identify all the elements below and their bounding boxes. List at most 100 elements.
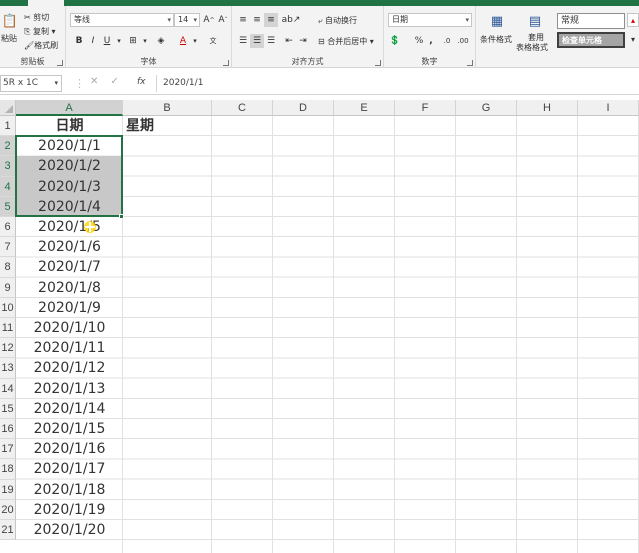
align-left-icon[interactable]: ☰: [236, 34, 250, 48]
font-launcher-icon[interactable]: [223, 60, 229, 66]
row-header-6[interactable]: 6: [0, 217, 16, 238]
cell-a7[interactable]: 2020/1/6: [16, 237, 123, 257]
column-header-h[interactable]: H: [517, 100, 578, 116]
align-top-icon[interactable]: ≡: [236, 13, 250, 27]
row-header-8[interactable]: 8: [0, 257, 16, 278]
cell-a19[interactable]: 2020/1/18: [16, 480, 123, 500]
cell-a6[interactable]: 2020/1/5: [16, 217, 123, 237]
decrease-decimal-icon[interactable]: .00: [456, 34, 470, 48]
column-header-b[interactable]: B: [123, 100, 212, 116]
cell-a18[interactable]: 2020/1/17: [16, 459, 123, 479]
currency-icon[interactable]: 💲: [388, 34, 402, 48]
cell-a8[interactable]: 2020/1/7: [16, 257, 123, 277]
bold-button[interactable]: B: [72, 34, 86, 48]
align-middle-icon[interactable]: ≡: [250, 13, 264, 27]
column-header-f[interactable]: F: [395, 100, 456, 116]
conditional-format-button[interactable]: 条件格式: [480, 34, 512, 45]
cell-a16[interactable]: 2020/1/15: [16, 419, 123, 439]
alignment-launcher-icon[interactable]: [375, 60, 381, 66]
table-format-line2[interactable]: 表格格式: [516, 42, 548, 53]
wrap-text-button[interactable]: ⤶ 自动换行: [318, 15, 357, 26]
style-scroll-down-icon[interactable]: ▾: [627, 32, 639, 46]
fill-color-icon[interactable]: ◈: [154, 34, 168, 48]
row-header-17[interactable]: 17: [0, 439, 16, 460]
increase-decimal-icon[interactable]: .0: [440, 34, 454, 48]
cell-a11[interactable]: 2020/1/10: [16, 318, 123, 338]
orientation-icon[interactable]: ab↗: [282, 13, 301, 27]
row-header-12[interactable]: 12: [0, 338, 16, 359]
cell-area[interactable]: 日期 星期 2020/1/1 2020/1/2 2020/1/3 2020/1/4 2020…: [15, 116, 639, 553]
paste-icon[interactable]: 📋: [2, 12, 18, 30]
conditional-format-icon[interactable]: ▦: [488, 11, 506, 31]
column-header-e[interactable]: E: [334, 100, 395, 116]
cell-a2[interactable]: 2020/1/1: [16, 136, 123, 156]
cell-a1[interactable]: 日期: [16, 116, 123, 136]
cell-a13[interactable]: 2020/1/12: [16, 358, 123, 378]
normal-style-button[interactable]: 常规: [557, 13, 625, 29]
name-box[interactable]: 5R x 1C ▾: [0, 75, 62, 92]
phonetic-icon[interactable]: 文: [206, 34, 220, 48]
column-header-i[interactable]: I: [578, 100, 639, 116]
row-header-2[interactable]: 2: [0, 136, 16, 157]
align-bottom-icon[interactable]: ≡: [264, 13, 278, 27]
decrease-indent-icon[interactable]: ⇤: [282, 34, 296, 48]
row-header-7[interactable]: 7: [0, 237, 16, 258]
column-header-g[interactable]: G: [456, 100, 517, 116]
cell-a10[interactable]: 2020/1/9: [16, 298, 123, 318]
fill-handle[interactable]: [119, 214, 124, 219]
cell-a21[interactable]: 2020/1/20: [16, 520, 123, 540]
row-header-16[interactable]: 16: [0, 419, 16, 440]
formula-input[interactable]: 2020/1/1: [156, 75, 639, 92]
increase-indent-icon[interactable]: ⇥: [296, 34, 310, 48]
row-header-19[interactable]: 19: [0, 479, 16, 500]
row-header-4[interactable]: 4: [0, 176, 16, 197]
row-header-21[interactable]: 21: [0, 520, 16, 541]
column-header-d[interactable]: D: [273, 100, 334, 116]
row-header-11[interactable]: 11: [0, 318, 16, 339]
row-header-1[interactable]: 1: [0, 116, 16, 137]
format-painter-button[interactable]: 🖌格式刷: [24, 40, 58, 51]
cell-a15[interactable]: 2020/1/14: [16, 399, 123, 419]
number-format-select[interactable]: 日期 ▾: [388, 13, 472, 27]
cell-a4[interactable]: 2020/1/3: [16, 177, 123, 197]
column-header-c[interactable]: C: [212, 100, 273, 116]
table-format-icon[interactable]: ▤: [526, 11, 544, 31]
check-cell-style-button[interactable]: 检查单元格: [557, 32, 625, 48]
cell-a14[interactable]: 2020/1/13: [16, 379, 123, 399]
font-size-select[interactable]: 14 ▾: [174, 13, 200, 27]
cell-a3[interactable]: 2020/1/2: [16, 156, 123, 176]
cell-a9[interactable]: 2020/1/8: [16, 278, 123, 298]
row-header-18[interactable]: 18: [0, 459, 16, 480]
row-header-15[interactable]: 15: [0, 398, 16, 419]
cell-b1[interactable]: 星期: [126, 116, 154, 136]
grow-font-icon[interactable]: A ^: [202, 13, 216, 27]
italic-button[interactable]: I: [86, 34, 100, 48]
clipboard-launcher-icon[interactable]: [57, 60, 63, 66]
font-color-dropdown-icon[interactable]: ▾: [188, 34, 202, 48]
row-header-13[interactable]: 13: [0, 358, 16, 379]
cell-a20[interactable]: 2020/1/19: [16, 500, 123, 520]
row-header-14[interactable]: 14: [0, 378, 16, 399]
cell-a5[interactable]: 2020/1/4: [16, 197, 123, 217]
insert-function-button[interactable]: fx: [137, 77, 146, 87]
underline-dropdown-icon[interactable]: ▾: [112, 34, 126, 48]
row-header-3[interactable]: 3: [0, 156, 16, 177]
align-center-icon[interactable]: ☰: [250, 34, 264, 48]
row-header-5[interactable]: 5: [0, 196, 16, 217]
row-header-10[interactable]: 10: [0, 297, 16, 318]
merge-center-button[interactable]: ⊟ 合并后居中 ▾: [318, 36, 374, 47]
number-launcher-icon[interactable]: [467, 60, 473, 66]
align-right-icon[interactable]: ☰: [264, 34, 278, 48]
shrink-font-icon[interactable]: Aˇ: [216, 13, 230, 27]
cell-a12[interactable]: 2020/1/11: [16, 338, 123, 358]
column-header-a[interactable]: A: [16, 100, 123, 116]
paste-button[interactable]: 粘贴: [1, 33, 17, 44]
copy-button[interactable]: ⎘ 复制 ▾: [24, 26, 56, 37]
style-scroll-up-icon[interactable]: ▴: [627, 13, 639, 27]
enter-icon[interactable]: ✓: [110, 76, 130, 87]
border-dropdown-icon[interactable]: ▾: [138, 34, 152, 48]
row-header-20[interactable]: 20: [0, 499, 16, 520]
cancel-icon[interactable]: ✕: [90, 76, 110, 87]
comma-button[interactable]: ,: [424, 34, 438, 48]
font-name-select[interactable]: 等线 ▾: [70, 13, 174, 27]
